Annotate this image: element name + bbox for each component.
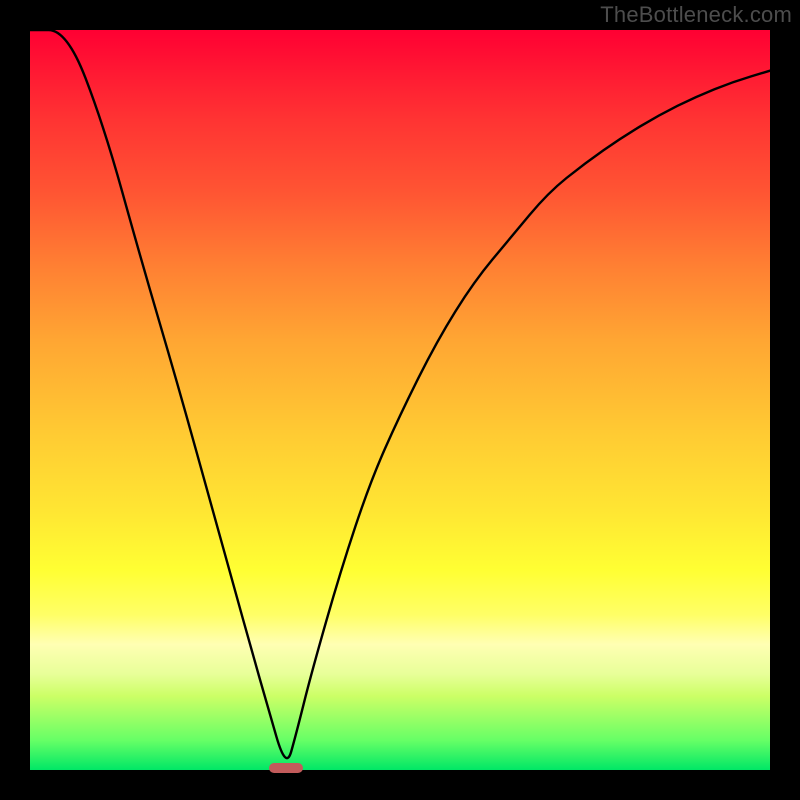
minimum-marker	[269, 763, 303, 773]
chart-container: TheBottleneck.com	[0, 0, 800, 800]
bottleneck-curve	[0, 0, 800, 800]
curve-path	[30, 30, 770, 758]
attribution-text: TheBottleneck.com	[600, 2, 792, 28]
